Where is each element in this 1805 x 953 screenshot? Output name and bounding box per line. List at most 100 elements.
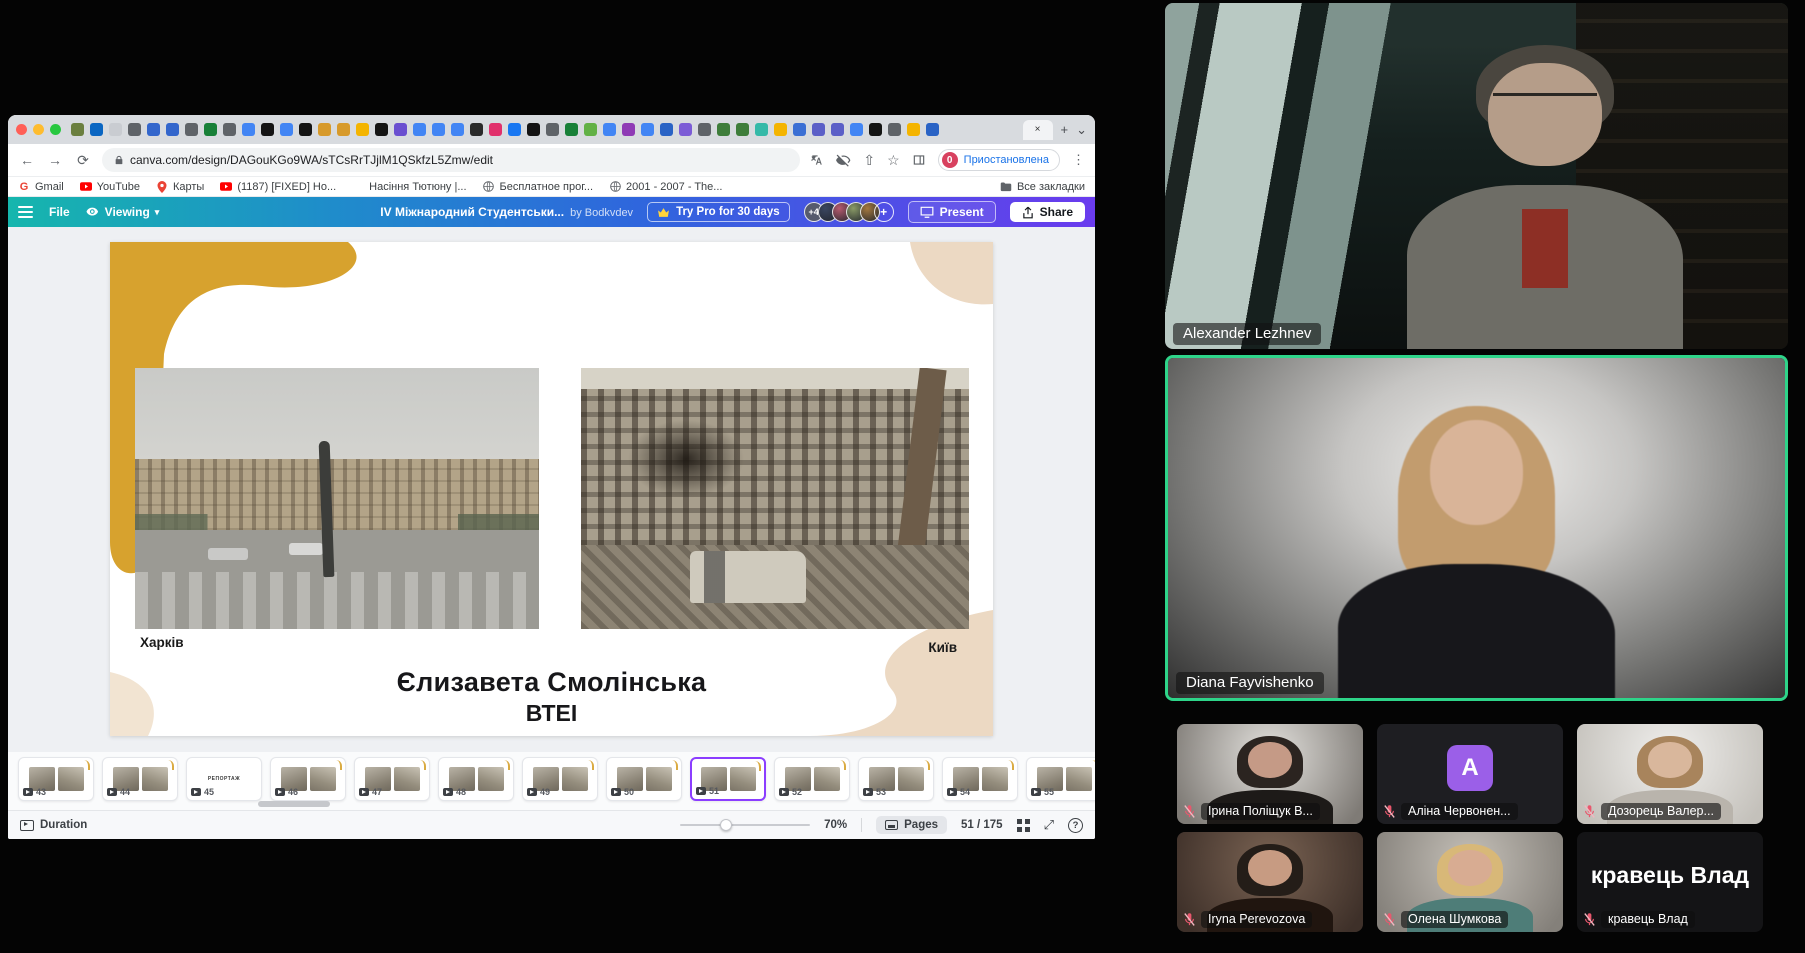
browser-tab[interactable] bbox=[337, 123, 350, 136]
close-window-icon[interactable] bbox=[16, 124, 27, 135]
page-thumbnail-51[interactable]: 51 bbox=[690, 757, 766, 801]
zoom-level[interactable]: 70% bbox=[824, 819, 847, 831]
add-collaborator-button[interactable]: + bbox=[874, 202, 894, 222]
browser-tab[interactable] bbox=[90, 123, 103, 136]
browser-tab[interactable] bbox=[318, 123, 331, 136]
share-page-icon[interactable]: ⇧ bbox=[863, 152, 875, 169]
bookmark-item[interactable]: Насіння Тютюну |... bbox=[352, 181, 466, 193]
browser-menu-dots-icon[interactable]: ⋮ bbox=[1072, 152, 1085, 168]
minimize-window-icon[interactable] bbox=[33, 124, 44, 135]
page-thumbnail-54[interactable]: 54 bbox=[942, 757, 1018, 801]
page-thumbnail-52[interactable]: 52 bbox=[774, 757, 850, 801]
bookmark-item[interactable]: 2001 - 2007 - The... bbox=[609, 181, 722, 193]
tab-favicon-row[interactable] bbox=[71, 123, 1017, 136]
bookmark-star-icon[interactable]: ☆ bbox=[887, 152, 900, 169]
back-icon[interactable]: ← bbox=[18, 152, 36, 168]
browser-tab[interactable] bbox=[432, 123, 445, 136]
browser-tab[interactable] bbox=[926, 123, 939, 136]
page-thumbnail-50[interactable]: 50 bbox=[606, 757, 682, 801]
page-thumbnail-43[interactable]: 43 bbox=[18, 757, 94, 801]
browser-tab[interactable] bbox=[622, 123, 635, 136]
browser-tab[interactable] bbox=[641, 123, 654, 136]
slide-photo-kyiv[interactable] bbox=[581, 368, 969, 629]
grid-view-icon[interactable] bbox=[1017, 819, 1030, 832]
participant-tile[interactable]: А Аліна Червонен... bbox=[1377, 724, 1563, 824]
browser-tab[interactable] bbox=[470, 123, 483, 136]
present-button[interactable]: Present bbox=[908, 201, 996, 223]
file-menu[interactable]: File bbox=[49, 205, 70, 219]
browser-tab[interactable] bbox=[907, 123, 920, 136]
visibility-off-icon[interactable] bbox=[836, 153, 851, 168]
tab-search-chevron-icon[interactable]: ⌄ bbox=[1076, 123, 1087, 136]
video-tile-diana-active-speaker[interactable]: Diana Fayvishenko bbox=[1165, 355, 1788, 701]
browser-tab[interactable] bbox=[717, 123, 730, 136]
pages-toggle-button[interactable]: Pages bbox=[876, 816, 947, 834]
participant-tile[interactable]: Дозорець Валер... bbox=[1577, 724, 1763, 824]
browser-tab[interactable] bbox=[299, 123, 312, 136]
bookmark-item[interactable]: Бесплатное прог... bbox=[483, 181, 594, 193]
browser-tab[interactable] bbox=[242, 123, 255, 136]
menu-hamburger-icon[interactable] bbox=[18, 206, 33, 218]
browser-tab[interactable] bbox=[223, 123, 236, 136]
browser-tab[interactable] bbox=[565, 123, 578, 136]
browser-tab[interactable] bbox=[394, 123, 407, 136]
reload-icon[interactable]: ⟳ bbox=[74, 152, 92, 169]
browser-tab[interactable] bbox=[679, 123, 692, 136]
browser-tab[interactable] bbox=[698, 123, 711, 136]
maximize-window-icon[interactable] bbox=[50, 124, 61, 135]
duration-button[interactable]: Duration bbox=[20, 819, 87, 831]
current-slide[interactable]: Харків Київ Єлизавета Смолінська ВТЕІ bbox=[110, 242, 993, 736]
browser-tab[interactable] bbox=[850, 123, 863, 136]
page-thumbnail-53[interactable]: 53 bbox=[858, 757, 934, 801]
page-thumbnail-44[interactable]: 44 bbox=[102, 757, 178, 801]
viewing-mode-button[interactable]: Viewing ▾ bbox=[86, 205, 160, 219]
browser-tab[interactable] bbox=[603, 123, 616, 136]
page-thumbnail-46[interactable]: 46 bbox=[270, 757, 346, 801]
video-tile-alexander[interactable]: Alexander Lezhnev bbox=[1165, 3, 1788, 349]
browser-tab[interactable] bbox=[660, 123, 673, 136]
browser-tab[interactable] bbox=[888, 123, 901, 136]
page-thumbnail-45[interactable]: РЕПОРТАЖ45 bbox=[186, 757, 262, 801]
browser-tab[interactable] bbox=[71, 123, 84, 136]
bookmark-item[interactable]: GGmail bbox=[18, 181, 64, 193]
active-tab[interactable]: × bbox=[1023, 120, 1053, 140]
address-bar[interactable]: canva.com/design/DAGouKGo9WA/sTCsRrTJjlM… bbox=[102, 148, 800, 172]
browser-tab[interactable] bbox=[546, 123, 559, 136]
browser-tab[interactable] bbox=[451, 123, 464, 136]
participant-tile[interactable]: Iryna Perevozova bbox=[1177, 832, 1363, 932]
sync-paused-badge[interactable]: 0 Приостановлена bbox=[938, 149, 1060, 171]
bookmark-item[interactable]: YouTube bbox=[80, 181, 140, 193]
browser-tab[interactable] bbox=[831, 123, 844, 136]
page-thumbnail-48[interactable]: 48 bbox=[438, 757, 514, 801]
zoom-slider-thumb[interactable] bbox=[720, 819, 732, 831]
browser-tab[interactable] bbox=[128, 123, 141, 136]
browser-tab[interactable] bbox=[489, 123, 502, 136]
browser-tab[interactable] bbox=[584, 123, 597, 136]
slide-photo-kharkiv[interactable] bbox=[135, 368, 539, 629]
design-title[interactable]: IV Міжнародний Студентськи... bbox=[380, 205, 564, 219]
browser-tab[interactable] bbox=[109, 123, 122, 136]
browser-tab[interactable] bbox=[774, 123, 787, 136]
page-thumbnail-47[interactable]: 47 bbox=[354, 757, 430, 801]
filmstrip-scrollbar[interactable] bbox=[258, 801, 330, 807]
bookmark-item[interactable]: (1187) [FIXED] Но... bbox=[220, 181, 336, 193]
browser-tab[interactable] bbox=[147, 123, 160, 136]
translate-icon[interactable] bbox=[810, 153, 824, 167]
participant-tile[interactable]: Ірина Поліщук В... bbox=[1177, 724, 1363, 824]
browser-tab[interactable] bbox=[413, 123, 426, 136]
help-icon[interactable]: ? bbox=[1068, 818, 1083, 833]
new-tab-button[interactable]: + bbox=[1061, 123, 1069, 136]
browser-tab[interactable] bbox=[508, 123, 521, 136]
browser-tab[interactable] bbox=[793, 123, 806, 136]
zoom-slider[interactable] bbox=[680, 824, 810, 826]
browser-tab[interactable] bbox=[755, 123, 768, 136]
bookmark-item[interactable]: Карты bbox=[156, 181, 204, 193]
participant-tile[interactable]: Олена Шумкова bbox=[1377, 832, 1563, 932]
browser-tab[interactable] bbox=[736, 123, 749, 136]
browser-tab[interactable] bbox=[185, 123, 198, 136]
share-button[interactable]: Share bbox=[1010, 202, 1085, 222]
all-bookmarks-button[interactable]: Все закладки bbox=[1000, 181, 1085, 193]
browser-tab[interactable] bbox=[356, 123, 369, 136]
collaborator-avatars[interactable]: +4+ bbox=[804, 202, 894, 222]
browser-tab[interactable] bbox=[812, 123, 825, 136]
